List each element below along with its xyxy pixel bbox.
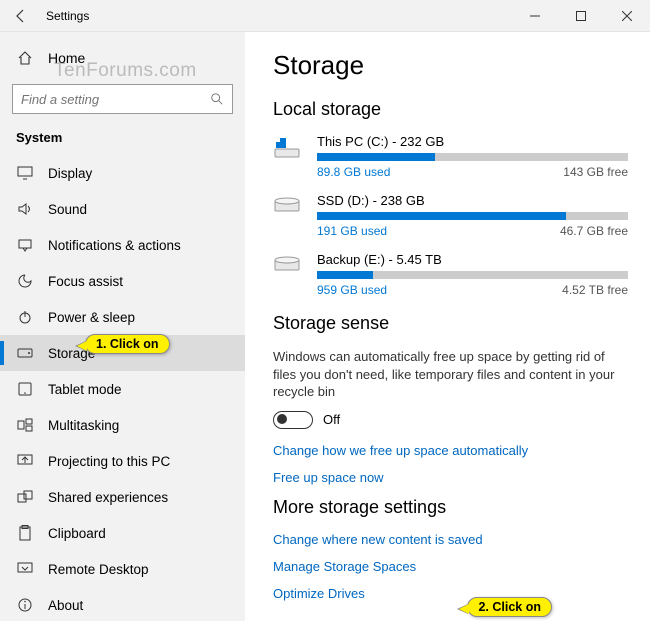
drive-used: 191 GB used [317,224,387,238]
minimize-button[interactable] [512,0,558,32]
search-input[interactable] [12,84,233,114]
maximize-button[interactable] [558,0,604,32]
back-button[interactable] [0,0,42,32]
local-storage-heading: Local storage [273,99,628,120]
storage-sense-heading: Storage sense [273,313,628,334]
titlebar: Settings [0,0,650,32]
sidebar-item-label: About [48,598,83,613]
drive-icon [273,134,305,179]
projecting-icon [16,454,34,468]
drive-usage-bar [317,212,628,220]
drive-usage-bar [317,271,628,279]
toggle-label: Off [323,412,340,427]
sidebar-item-notifications[interactable]: Notifications & actions [0,227,245,263]
drive-usage-bar [317,153,628,161]
sidebar-item-about[interactable]: About [0,587,245,621]
sidebar-item-label: Tablet mode [48,382,122,397]
drive-name: SSD (D:) - 238 GB [317,193,628,208]
link-change-freeup[interactable]: Change how we free up space automaticall… [273,443,628,458]
sidebar-item-label: Sound [48,202,87,217]
notifications-icon [16,238,34,252]
callout-1: 1. Click on [85,334,170,354]
storage-sense-toggle[interactable] [273,411,313,429]
sidebar-item-power-sleep[interactable]: Power & sleep [0,299,245,335]
remote-desktop-icon [16,562,34,576]
sidebar-item-label: Clipboard [48,526,106,541]
drive-row[interactable]: SSD (D:) - 238 GB 191 GB used 46.7 GB fre… [273,193,628,238]
sound-icon [16,202,34,216]
shared-icon [16,490,34,504]
search-field[interactable] [21,92,210,107]
link-freeup-now[interactable]: Free up space now [273,470,628,485]
drive-free: 46.7 GB free [560,224,628,238]
page-title: Storage [273,50,628,81]
drive-name: This PC (C:) - 232 GB [317,134,628,149]
sidebar-item-label: Projecting to this PC [48,454,170,469]
category-label: System [0,126,245,155]
sidebar-item-projecting[interactable]: Projecting to this PC [0,443,245,479]
drive-free: 4.52 TB free [562,283,628,297]
home-icon [16,50,34,66]
drive-icon [273,193,305,238]
focus-assist-icon [16,273,34,289]
more-storage-heading: More storage settings [273,497,628,518]
sidebar-item-label: Notifications & actions [48,238,181,253]
link-storage-spaces[interactable]: Manage Storage Spaces [273,559,628,574]
clipboard-icon [16,525,34,541]
storage-icon [16,347,34,359]
callout-2: 2. Click on [467,597,552,617]
sidebar-item-remote-desktop[interactable]: Remote Desktop [0,551,245,587]
sidebar-item-label: Power & sleep [48,310,135,325]
sidebar-item-clipboard[interactable]: Clipboard [0,515,245,551]
sidebar-item-shared-experiences[interactable]: Shared experiences [0,479,245,515]
link-new-content[interactable]: Change where new content is saved [273,532,628,547]
home-label: Home [48,50,85,66]
drive-used: 89.8 GB used [317,165,390,179]
power-icon [16,309,34,325]
sidebar-item-label: Remote Desktop [48,562,149,577]
drive-used: 959 GB used [317,283,387,297]
sidebar-item-tablet-mode[interactable]: Tablet mode [0,371,245,407]
drive-icon [273,252,305,297]
drive-row[interactable]: Backup (E:) - 5.45 TB 959 GB used 4.52 TB… [273,252,628,297]
sidebar: Home System Display Sound Notifications … [0,32,245,621]
sidebar-item-label: Shared experiences [48,490,168,505]
sidebar-item-multitasking[interactable]: Multitasking [0,407,245,443]
multitasking-icon [16,418,34,432]
sidebar-item-sound[interactable]: Sound [0,191,245,227]
drive-row[interactable]: This PC (C:) - 232 GB 89.8 GB used 143 GB… [273,134,628,179]
sidebar-item-label: Display [48,166,92,181]
sidebar-item-focus-assist[interactable]: Focus assist [0,263,245,299]
link-optimize-drives[interactable]: Optimize Drives [273,586,628,601]
home-nav[interactable]: Home [0,40,245,76]
close-button[interactable] [604,0,650,32]
storage-sense-description: Windows can automatically free up space … [273,348,628,401]
about-icon [16,597,34,613]
drive-free: 143 GB free [563,165,628,179]
sidebar-item-label: Focus assist [48,274,123,289]
display-icon [16,166,34,180]
search-icon [210,92,224,106]
window-title: Settings [46,9,512,23]
sidebar-item-display[interactable]: Display [0,155,245,191]
sidebar-item-label: Multitasking [48,418,119,433]
drive-name: Backup (E:) - 5.45 TB [317,252,628,267]
main-content: Storage Local storage This PC (C:) - 232… [245,32,650,621]
tablet-icon [16,382,34,396]
